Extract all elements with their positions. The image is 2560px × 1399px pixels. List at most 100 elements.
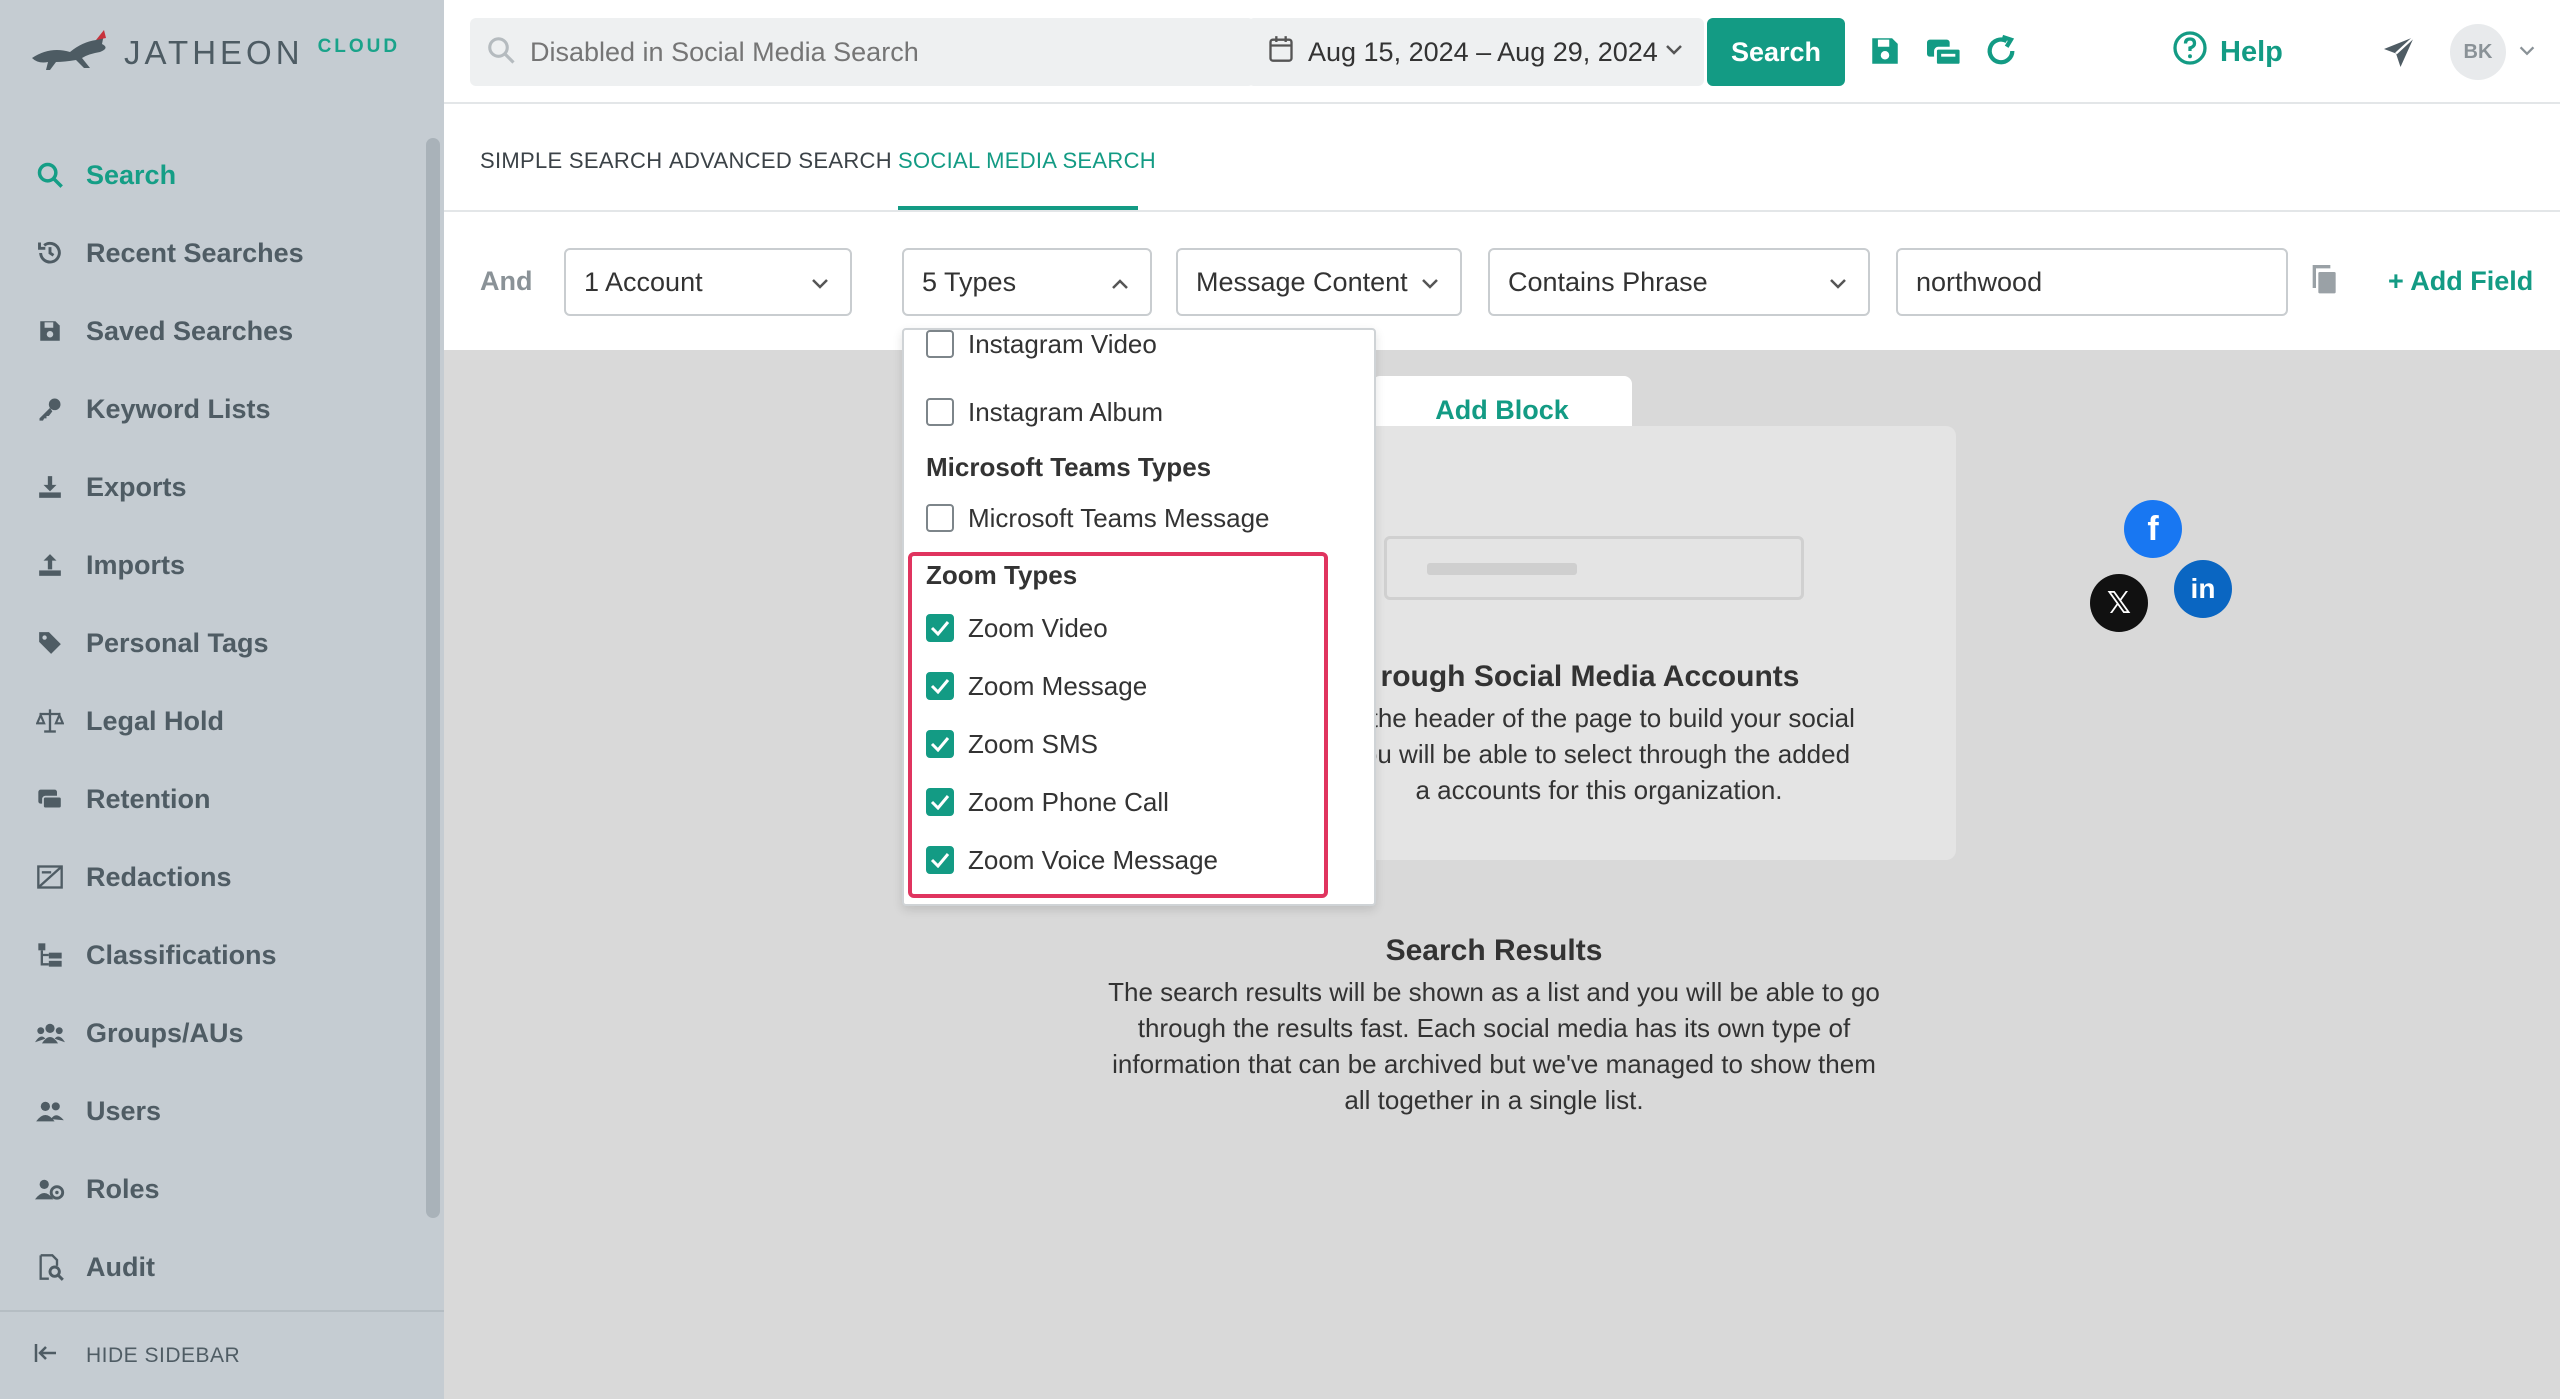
card-text-line: You will be able to select through the a…	[1347, 739, 1851, 769]
sidebar-item-label: Imports	[86, 549, 186, 580]
field-select[interactable]: Message Content	[1176, 248, 1462, 316]
search-input[interactable]	[530, 36, 1230, 68]
chevron-down-icon[interactable]	[2516, 40, 2538, 67]
value-input[interactable]: northwood	[1896, 248, 2288, 316]
lizard-logo-icon	[32, 30, 106, 70]
upload-icon	[34, 549, 66, 581]
chevron-down-icon	[1662, 38, 1686, 69]
type-option-instagram-video[interactable]: Instagram Video	[926, 328, 1157, 364]
active-tab-indicator	[898, 206, 1138, 210]
operator-select-value: Contains Phrase	[1508, 266, 1708, 297]
send-icon[interactable]	[2380, 34, 2418, 75]
sidebar-item-search[interactable]: Search	[0, 136, 428, 214]
sidebar-item-label: Roles	[86, 1173, 160, 1204]
filter-row: And 1 Account 5 Types Message Content Co…	[444, 212, 2560, 350]
checkbox-checked[interactable]	[926, 614, 954, 642]
save-search-icon[interactable]	[1868, 34, 1908, 74]
checkbox-checked[interactable]	[926, 788, 954, 816]
redaction-icon	[34, 861, 66, 893]
operator-select[interactable]: Contains Phrase	[1488, 248, 1870, 316]
search-icon	[34, 159, 66, 191]
sidebar-item-keyword-lists[interactable]: Keyword Lists	[0, 370, 428, 448]
checkbox-checked[interactable]	[926, 730, 954, 758]
date-range-picker[interactable]: Aug 15, 2024 – Aug 29, 2024	[1248, 18, 1704, 86]
facebook-icon: f	[2124, 500, 2182, 558]
sidebar-item-saved-searches[interactable]: Saved Searches	[0, 292, 428, 370]
save-icon	[34, 315, 66, 347]
classification-icon	[34, 939, 66, 971]
refresh-icon[interactable]	[1984, 34, 2024, 74]
sidebar-item-retention[interactable]: Retention	[0, 760, 428, 838]
account-select-value: 1 Account	[584, 266, 703, 297]
chevron-down-icon	[808, 272, 832, 303]
group-title-microsoft-teams: Microsoft Teams Types	[926, 452, 1212, 482]
type-option-zoom-phone-call[interactable]: Zoom Phone Call	[926, 782, 1169, 822]
field-select-value: Message Content	[1196, 266, 1408, 297]
type-option-zoom-voice-message[interactable]: Zoom Voice Message	[926, 840, 1218, 880]
type-option-zoom-sms[interactable]: Zoom SMS	[926, 724, 1098, 764]
sidebar-item-label: Audit	[86, 1251, 155, 1282]
type-option-instagram-album[interactable]: Instagram Album	[926, 392, 1163, 432]
sidebar-item-label: Saved Searches	[86, 315, 294, 346]
results-text-line: The search results will be shown as a li…	[1108, 977, 1880, 1007]
card-text-line: a accounts for this organization.	[1415, 775, 1783, 805]
sidebar-item-classifications[interactable]: Classifications	[0, 916, 428, 994]
sidebar-scrollbar[interactable]	[426, 138, 440, 1218]
type-option-label: Zoom Voice Message	[968, 844, 1219, 875]
calendar-icon	[1268, 35, 1294, 70]
search-button[interactable]: Search	[1707, 18, 1845, 86]
tab-advanced-search[interactable]: ADVANCED SEARCH	[669, 148, 892, 174]
type-option-label: Instagram Video	[968, 328, 1157, 359]
type-option-zoom-message[interactable]: Zoom Message	[926, 666, 1147, 706]
types-select[interactable]: 5 Types	[902, 248, 1152, 316]
results-text-line: information that can be archived but we'…	[1112, 1049, 1876, 1079]
sidebar-item-label: Recent Searches	[86, 237, 304, 268]
roles-icon	[34, 1173, 66, 1205]
type-option-teams-message[interactable]: Microsoft Teams Message	[926, 498, 1270, 538]
types-dropdown[interactable]: Instagram Video Instagram Album Microsof…	[902, 328, 1376, 906]
sidebar-item-exports[interactable]: Exports	[0, 448, 428, 526]
tab-social-media-search[interactable]: SOCIAL MEDIA SEARCH	[898, 148, 1156, 174]
audit-icon	[34, 1251, 66, 1283]
account-select[interactable]: 1 Account	[564, 248, 852, 316]
checkbox[interactable]	[926, 398, 954, 426]
global-search[interactable]	[470, 18, 1254, 86]
sidebar-item-personal-tags[interactable]: Personal Tags	[0, 604, 428, 682]
hide-sidebar-button[interactable]: HIDE SIDEBAR	[0, 1310, 444, 1399]
sidebar-item-label: Exports	[86, 471, 187, 502]
search-icon	[486, 35, 516, 70]
type-option-label: Zoom Message	[968, 670, 1148, 701]
sidebar-item-audit[interactable]: Audit	[0, 1228, 428, 1306]
tab-simple-search[interactable]: SIMPLE SEARCH	[480, 148, 662, 174]
sidebar-item-users[interactable]: Users	[0, 1072, 428, 1150]
checkbox[interactable]	[926, 330, 954, 358]
main-content: Add Block f 𝕏 in rough Social Media Acco…	[444, 350, 2560, 1399]
sidebar-item-recent-searches[interactable]: Recent Searches	[0, 214, 428, 292]
top-bar: Aug 15, 2024 – Aug 29, 2024 Search Help …	[444, 0, 2560, 104]
history-icon	[34, 237, 66, 269]
copy-icon[interactable]	[2310, 264, 2340, 301]
scale-icon	[34, 705, 66, 737]
sidebar-item-imports[interactable]: Imports	[0, 526, 428, 604]
sidebar-item-roles[interactable]: Roles	[0, 1150, 428, 1228]
group-title-zoom: Zoom Types	[926, 560, 1078, 590]
retention-icon	[34, 783, 66, 815]
type-option-label: Zoom Phone Call	[968, 786, 1169, 817]
brand-name: JATHEON	[124, 34, 304, 71]
export-results-icon[interactable]	[1924, 34, 1964, 74]
avatar[interactable]: BK	[2450, 24, 2506, 80]
hide-sidebar-label: HIDE SIDEBAR	[86, 1343, 241, 1367]
checkbox-checked[interactable]	[926, 672, 954, 700]
help-link[interactable]: Help	[2172, 30, 2283, 74]
sidebar-item-legal-hold[interactable]: Legal Hold	[0, 682, 428, 760]
checkbox[interactable]	[926, 504, 954, 532]
jatheon-logo[interactable]: JATHEON CLOUD	[30, 28, 400, 78]
sidebar-item-groups[interactable]: Groups/AUs	[0, 994, 428, 1072]
type-option-label: Instagram Album	[968, 396, 1164, 427]
linkedin-icon: in	[2174, 560, 2232, 618]
sidebar-item-redactions[interactable]: Redactions	[0, 838, 428, 916]
sidebar-item-label: Search	[86, 159, 177, 190]
add-field-button[interactable]: + Add Field	[2388, 266, 2533, 297]
checkbox-checked[interactable]	[926, 846, 954, 874]
type-option-zoom-video[interactable]: Zoom Video	[926, 608, 1108, 648]
